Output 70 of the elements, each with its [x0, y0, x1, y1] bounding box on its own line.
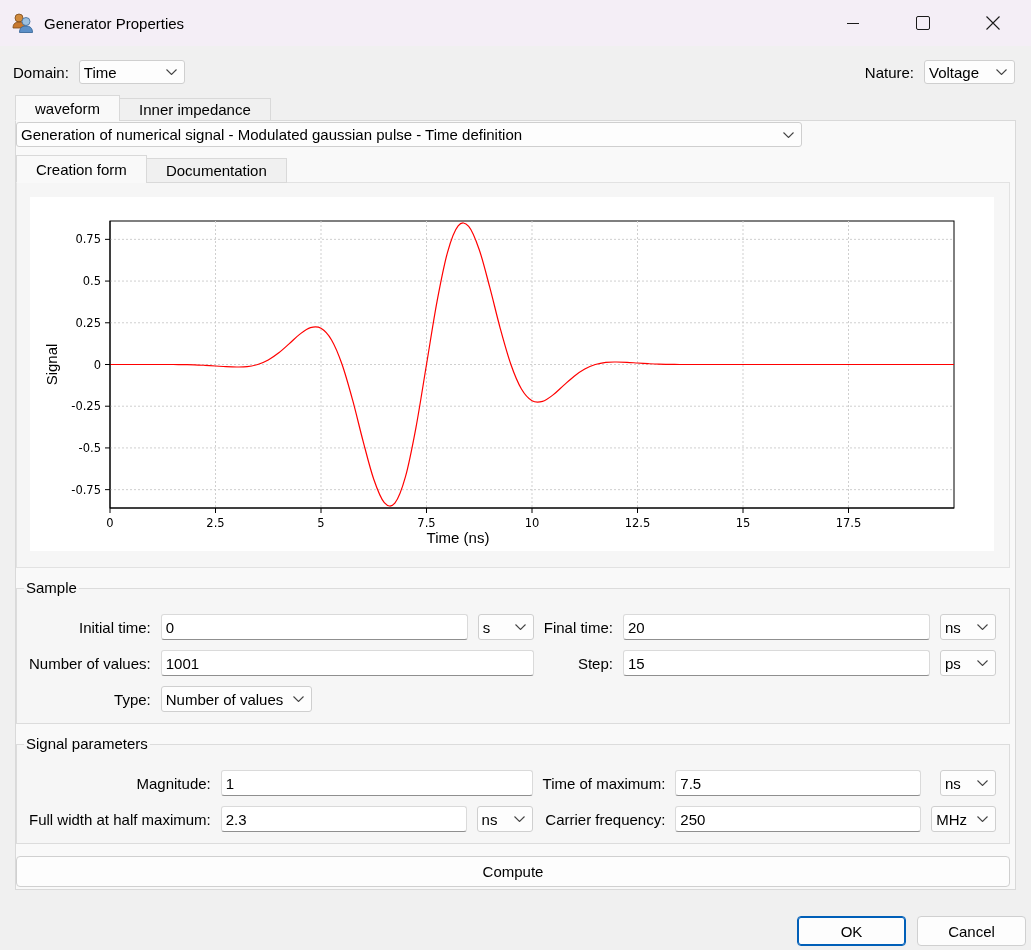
x-tick-label: 5	[317, 516, 325, 530]
group-title: Signal parameters	[25, 735, 149, 753]
field-label: Initial time:	[79, 618, 151, 636]
field-label: Number of values:	[29, 654, 151, 672]
chevron-down-icon	[977, 624, 988, 630]
field-label: Type:	[114, 690, 151, 708]
chevron-down-icon	[513, 816, 525, 822]
type-select[interactable]: Number of values	[160, 686, 313, 712]
users-icon	[12, 13, 34, 33]
value-field[interactable]: 2.3	[220, 806, 467, 832]
field-label: Full width at half maximum:	[29, 810, 211, 828]
y-tick-label: 0.5	[82, 274, 101, 289]
y-tick-label: 0	[93, 357, 101, 372]
field-label: Step:	[577, 654, 613, 672]
chevron-down-icon	[996, 69, 1007, 75]
value-field[interactable]: 15	[622, 650, 930, 676]
unit-select[interactable]: s	[477, 614, 534, 640]
y-tick-label: -0.25	[71, 399, 101, 414]
field-label: Domain:	[13, 63, 69, 81]
x-axis-title: Time (ns)	[426, 529, 490, 546]
value-field[interactable]: 0	[160, 614, 468, 640]
unit-select[interactable]: ns	[940, 614, 996, 640]
y-axis-title: Signal	[43, 343, 60, 386]
field-label: Final time:	[543, 618, 613, 636]
unit-select[interactable]: ns	[940, 770, 996, 796]
x-tick-label: 10	[524, 516, 540, 530]
tab[interactable]: Inner impedance	[119, 98, 271, 121]
value-field[interactable]: 1	[220, 770, 533, 796]
window-title: Generator Properties	[44, 14, 185, 32]
y-tick-label: 0.75	[75, 232, 101, 247]
domain-select[interactable]: Time	[78, 60, 185, 84]
y-tick-label: -0.75	[71, 482, 101, 497]
chevron-down-icon	[514, 624, 526, 630]
unit-select[interactable]: MHz	[931, 806, 996, 832]
group-title: Sample	[25, 579, 78, 597]
field-label: Nature:	[864, 63, 914, 81]
unit-select[interactable]: ps	[940, 650, 996, 676]
dialog-button[interactable]: Cancel	[917, 916, 1026, 946]
dialog-button[interactable]: OK	[797, 916, 906, 946]
compute-button[interactable]: Compute	[16, 856, 1010, 887]
unit-select[interactable]: ns	[476, 806, 533, 832]
field-label: Time of maximum:	[542, 774, 666, 792]
value-field[interactable]: 250	[675, 806, 922, 832]
value-field[interactable]: 1001	[160, 650, 534, 676]
chevron-down-icon	[977, 660, 988, 666]
x-tick-label: 17.5	[835, 516, 862, 530]
signal-type-select[interactable]: Generation of numerical signal - Modulated gaussian pulse - Time definition	[16, 122, 802, 147]
minimize-icon	[847, 22, 859, 24]
x-tick-label: 2.5	[206, 516, 225, 530]
chevron-down-icon	[783, 131, 794, 138]
y-tick-label: -0.5	[78, 440, 101, 455]
chevron-down-icon	[977, 780, 988, 786]
x-tick-label: 12.5	[624, 516, 651, 530]
value-field[interactable]: 20	[622, 614, 930, 640]
close-icon	[986, 16, 1000, 30]
chevron-down-icon	[977, 816, 988, 822]
nature-select[interactable]: Voltage	[924, 60, 1015, 84]
field-label: Magnitude:	[136, 774, 211, 792]
chevron-down-icon	[293, 696, 305, 702]
maximize-icon	[916, 16, 930, 30]
x-tick-label: 15	[735, 516, 751, 530]
y-tick-label: 0.25	[75, 315, 101, 330]
field-label: Carrier frequency:	[545, 810, 666, 828]
tab[interactable]: Documentation	[145, 158, 287, 183]
value-field[interactable]: 7.5	[675, 770, 922, 796]
tab[interactable]: Creation form	[16, 155, 147, 183]
x-tick-label: 0	[106, 516, 114, 530]
chevron-down-icon	[165, 69, 177, 75]
x-tick-label: 7.5	[417, 516, 436, 530]
tab[interactable]: waveform	[15, 95, 121, 121]
